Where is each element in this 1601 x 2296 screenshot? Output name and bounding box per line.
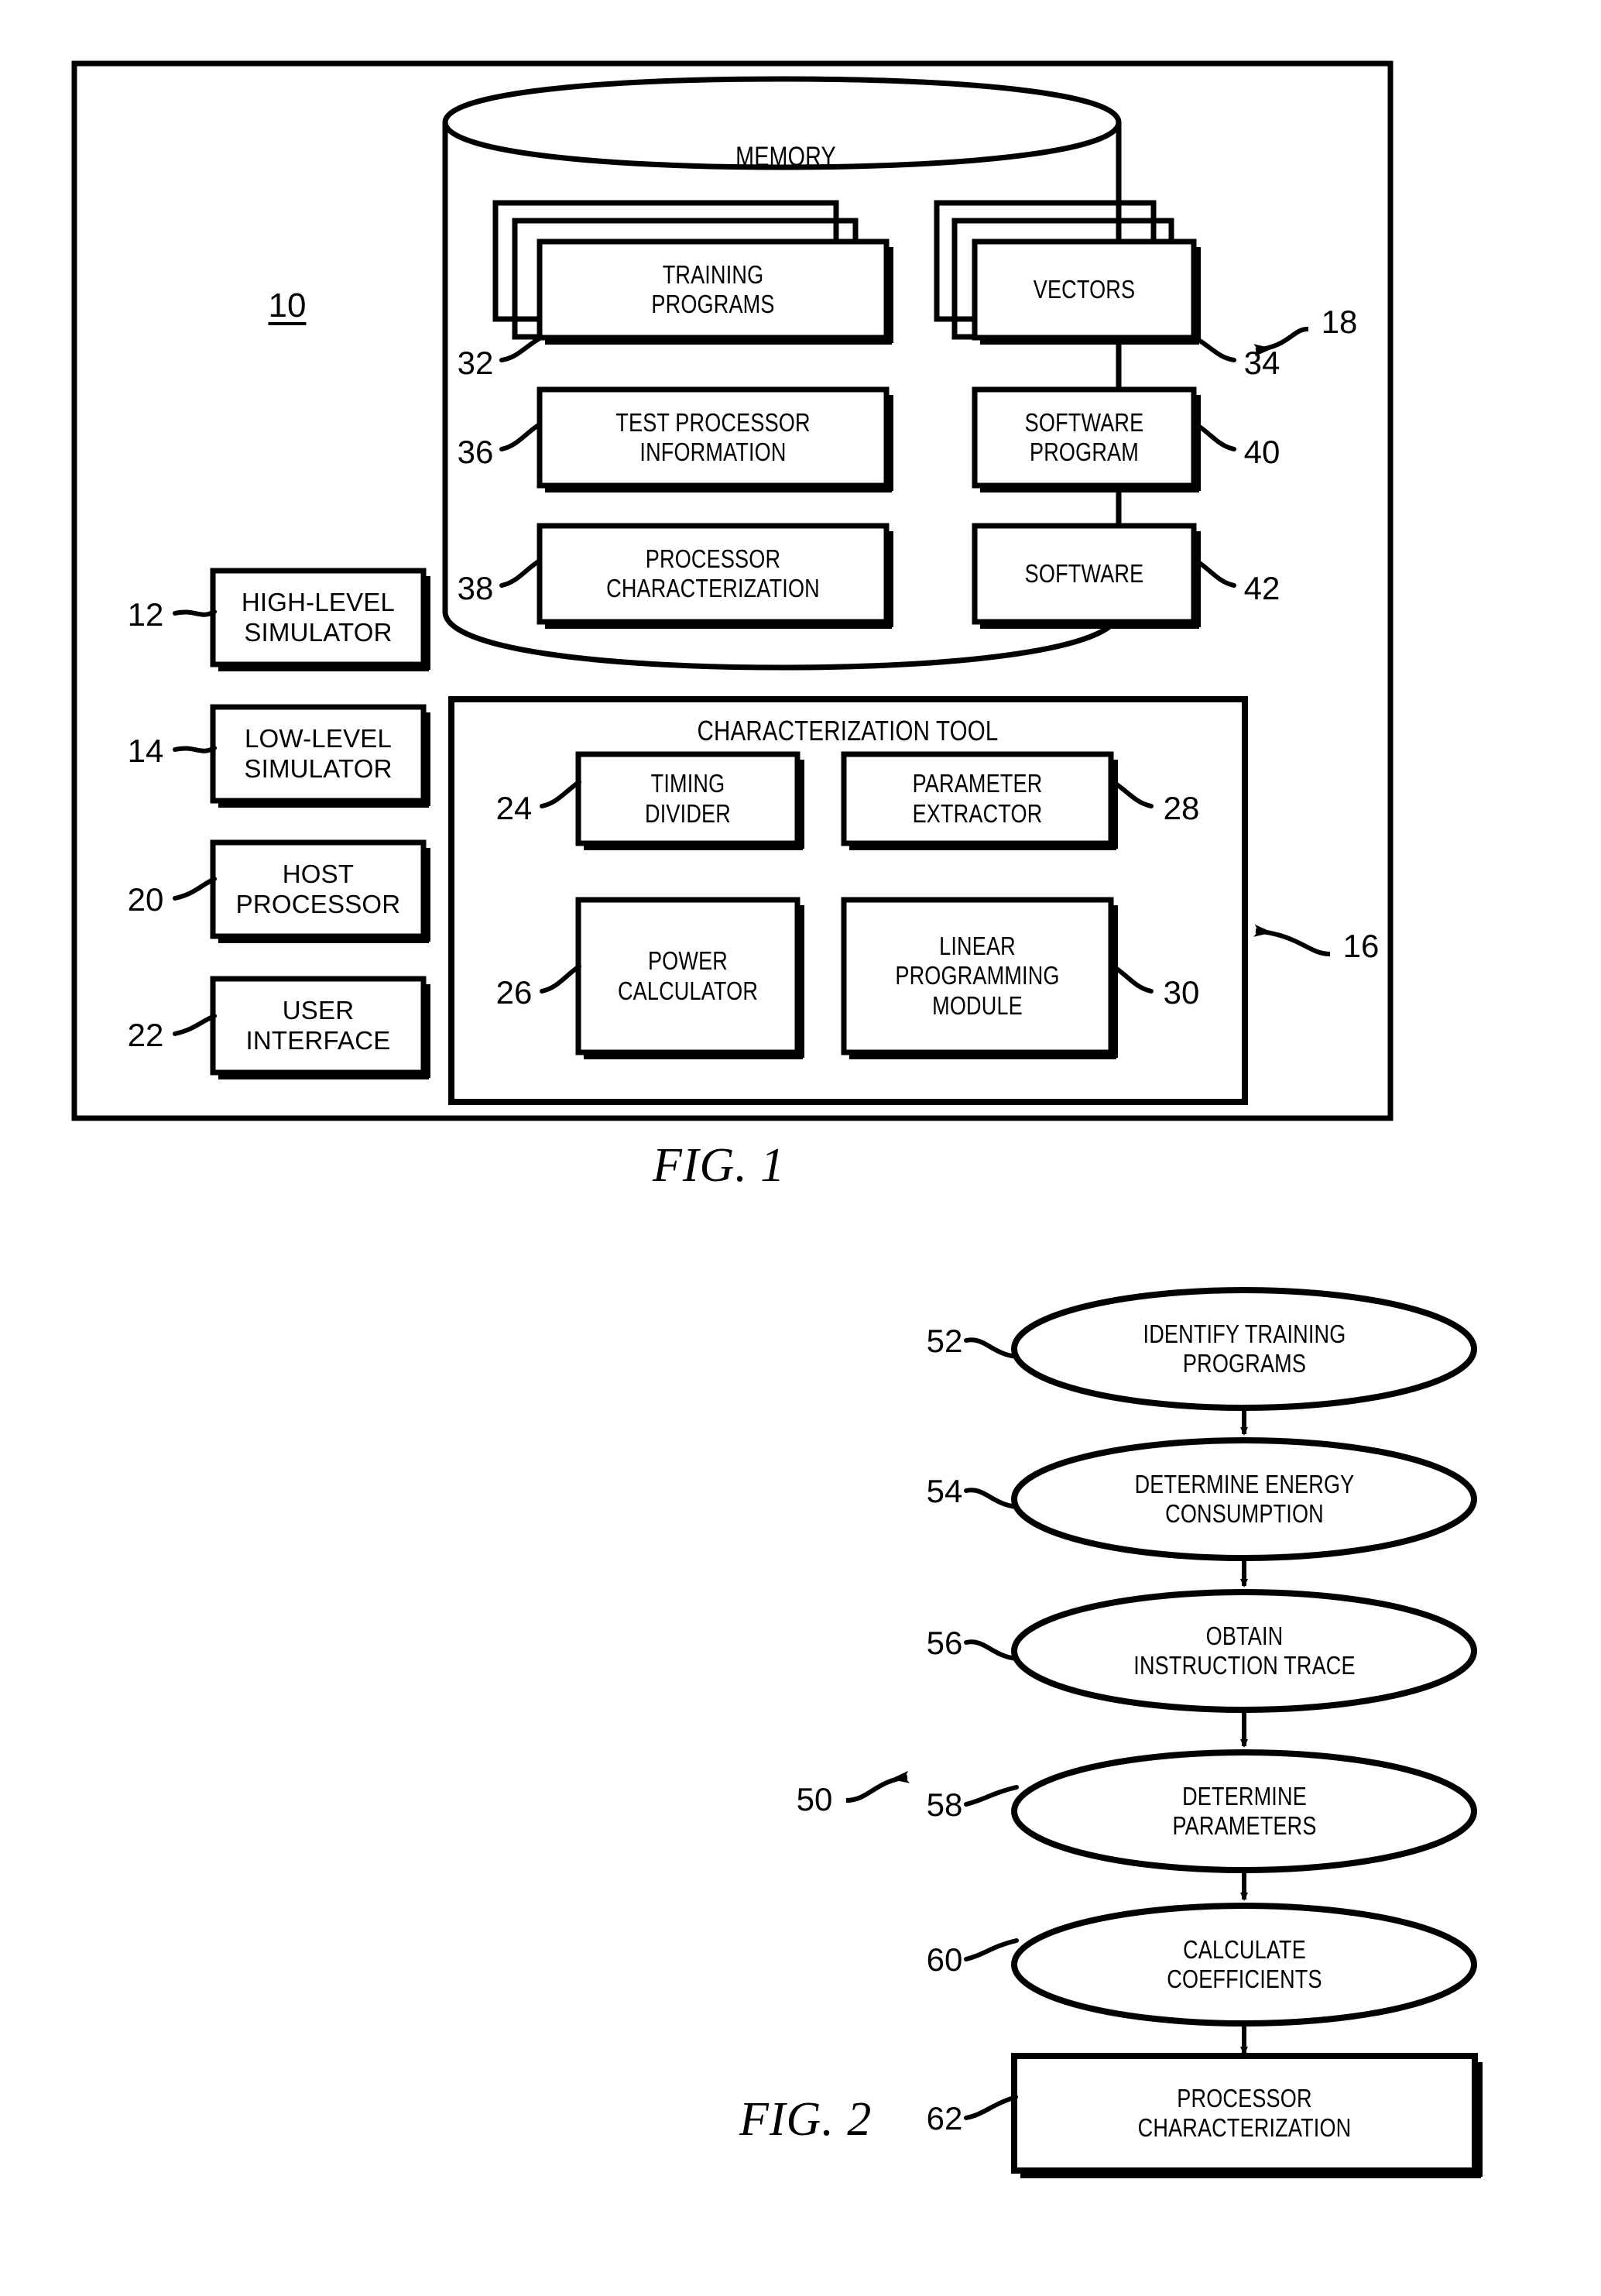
ref-28: 28 xyxy=(1163,790,1200,826)
fig2-flow-shapes xyxy=(1011,1287,1483,2178)
ref-60: 60 xyxy=(926,1941,963,1978)
high-level-simulator-label: HIGH-LEVEL SIMULATOR xyxy=(241,588,396,647)
ref-32: 32 xyxy=(457,345,494,381)
characterization-tool-title: CHARACTERIZATION TOOL xyxy=(697,715,999,747)
software-label: SOFTWARE xyxy=(1024,558,1144,588)
ref-40: 40 xyxy=(1243,434,1280,470)
training-programs-label: TRAINING PROGRAMS xyxy=(651,259,775,318)
ref-24: 24 xyxy=(495,790,533,826)
ref-30: 30 xyxy=(1163,974,1200,1011)
ref-58: 58 xyxy=(926,1786,963,1823)
system-ref-10: 10 xyxy=(268,287,307,324)
memory-title: MEMORY xyxy=(735,141,836,172)
ref-18: 18 xyxy=(1321,304,1358,340)
characterization-tool-frame xyxy=(448,696,1248,1105)
ref-42: 42 xyxy=(1243,570,1280,606)
ref-52: 52 xyxy=(926,1323,963,1359)
ref-12: 12 xyxy=(127,596,164,633)
ref-16: 16 xyxy=(1342,928,1380,964)
ref-38: 38 xyxy=(457,570,494,606)
timing-divider-label: TIMING DIVIDER xyxy=(645,769,731,828)
fig2-flow-ref-arrow xyxy=(845,1770,910,1803)
ref-20: 20 xyxy=(127,881,164,918)
fig2-leader-lines xyxy=(964,1337,1019,2120)
ref-34: 34 xyxy=(1243,345,1280,381)
step-determine-parameters-label: DETERMINE PARAMETERS xyxy=(1172,1781,1317,1840)
step-processor-characterization-label: PROCESSOR CHARACTERIZATION xyxy=(1137,2083,1352,2142)
low-level-simulator-label: LOW-LEVEL SIMULATOR xyxy=(244,724,393,783)
linear-programming-module-label: LINEAR PROGRAMMING MODULE xyxy=(895,932,1060,1020)
user-interface-label: USER INTERFACE xyxy=(245,996,391,1055)
step-identify-training-programs-label: IDENTIFY TRAINING PROGRAMS xyxy=(1143,1319,1346,1378)
figure-1-caption: FIG. 1 xyxy=(653,1139,786,1192)
ref-14: 14 xyxy=(127,733,164,769)
characterization-tool-ref-arrow xyxy=(1253,924,1331,956)
ref-56: 56 xyxy=(926,1625,963,1661)
power-calculator-label: POWER CALCULATOR xyxy=(617,946,759,1005)
patent-figure-sheet: 10 MEMORY TRAINING PROGRAMS VECTORS TEST… xyxy=(0,0,1601,2296)
ref-62: 62 xyxy=(926,2100,963,2136)
figure-2-caption: FIG. 2 xyxy=(739,2093,872,2146)
processor-characterization-label: PROCESSOR CHARACTERIZATION xyxy=(606,544,820,602)
ref-22: 22 xyxy=(127,1017,164,1053)
test-processor-information-label: TEST PROCESSOR INFORMATION xyxy=(615,407,811,466)
software-program-label: SOFTWARE PROGRAM xyxy=(1024,407,1144,466)
ref-54: 54 xyxy=(926,1473,963,1509)
parameter-extractor-label: PARAMETER EXTRACTOR xyxy=(912,769,1043,828)
vectors-label: VECTORS xyxy=(1033,274,1136,304)
ref-36: 36 xyxy=(457,434,494,470)
step-determine-energy-consumption-label: DETERMINE ENERGY CONSUMPTION xyxy=(1134,1469,1355,1528)
ref-26: 26 xyxy=(495,974,533,1011)
ref-50: 50 xyxy=(796,1781,833,1817)
step-obtain-instruction-trace-label: OBTAIN INSTRUCTION TRACE xyxy=(1133,1621,1356,1680)
step-calculate-coefficients-label: CALCULATE COEFFICIENTS xyxy=(1167,1934,1322,1993)
host-processor-label: HOST PROCESSOR xyxy=(235,860,401,918)
